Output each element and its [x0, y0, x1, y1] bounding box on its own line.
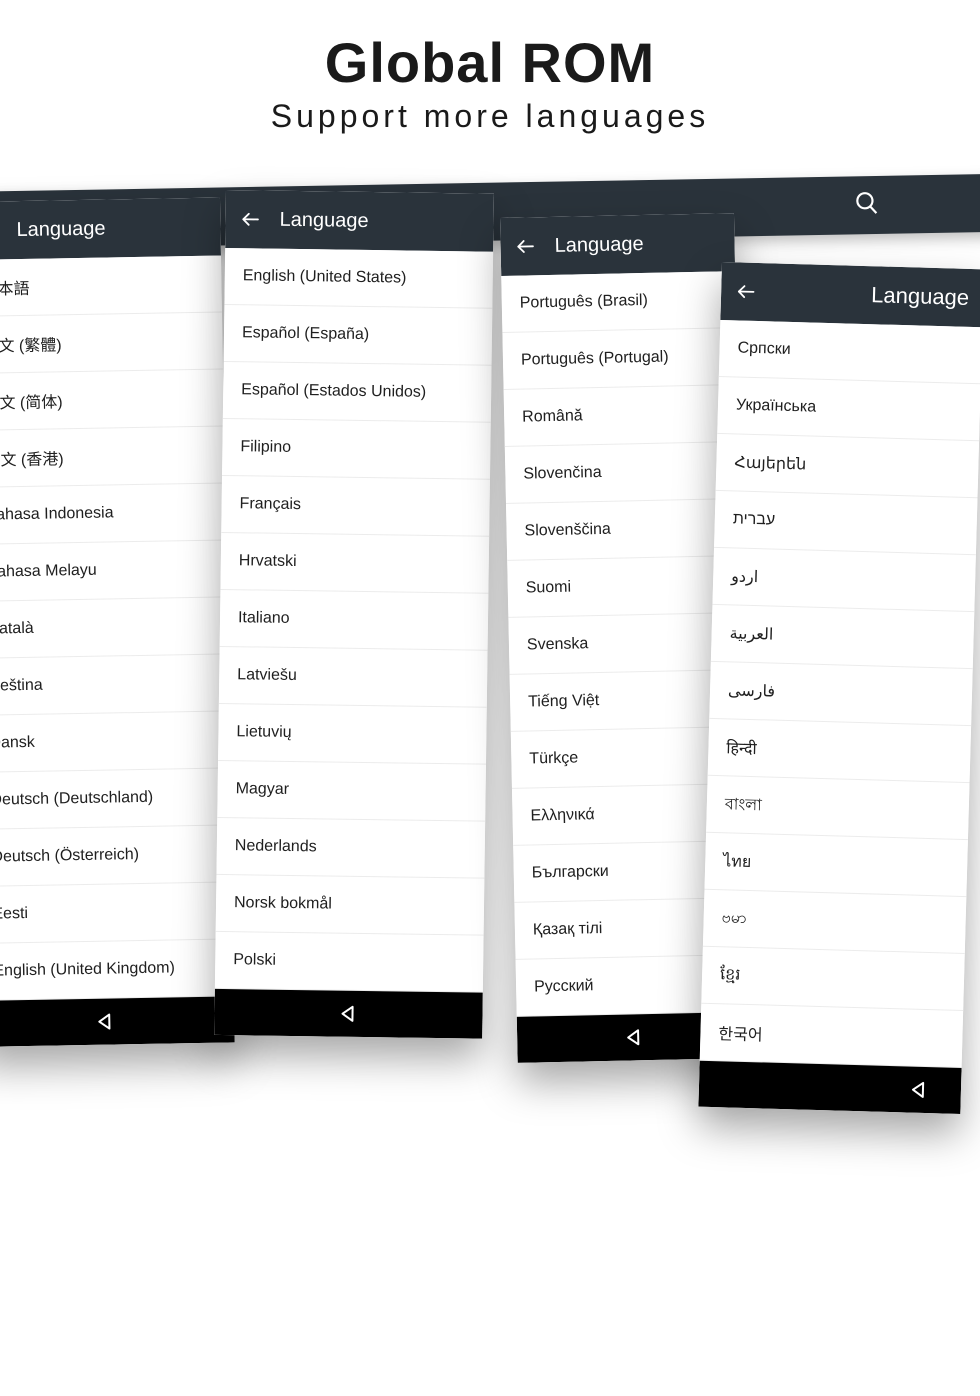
language-option[interactable]: Dansk: [0, 711, 230, 772]
language-option[interactable]: Italiano: [220, 590, 489, 651]
nav-back-icon[interactable]: [622, 1025, 646, 1049]
android-nav-bar: [0, 996, 235, 1046]
language-option[interactable]: العربية: [711, 605, 974, 669]
language-option[interactable]: Eesti: [0, 882, 233, 943]
app-bar-title: Language: [16, 217, 105, 242]
language-option[interactable]: Polski: [215, 932, 484, 993]
language-option[interactable]: Deutsch (Deutschland): [0, 768, 231, 829]
app-bar: Language: [500, 213, 735, 276]
language-option[interactable]: Српски: [719, 320, 980, 384]
language-option[interactable]: English (United States): [224, 248, 493, 309]
language-option[interactable]: 日本語: [0, 255, 222, 316]
language-option[interactable]: 中文 (繁體): [0, 312, 223, 373]
language-option[interactable]: English (United Kingdom): [0, 939, 234, 1000]
nav-back-icon[interactable]: [336, 1002, 360, 1026]
language-option[interactable]: Nederlands: [216, 818, 485, 879]
language-option[interactable]: Norsk bokmål: [216, 875, 485, 936]
language-option[interactable]: Español (España): [224, 305, 493, 366]
app-bar: Language: [0, 197, 221, 259]
language-option[interactable]: Lietuvių: [218, 704, 487, 765]
app-bar-title: Language: [871, 282, 970, 311]
android-nav-bar: [698, 1061, 961, 1114]
language-option[interactable]: Magyar: [217, 761, 486, 822]
app-bar: Language: [225, 190, 494, 252]
language-option[interactable]: Svenska: [508, 613, 743, 675]
language-screen-1: Language 日本語中文 (繁體)中文 (简体)中文 (香港)Bahasa …: [0, 197, 235, 1046]
language-option[interactable]: Português (Portugal): [502, 328, 737, 390]
back-arrow-icon[interactable]: [735, 280, 758, 303]
language-option[interactable]: 한국어: [700, 1004, 963, 1068]
language-option[interactable]: Slovenščina: [506, 499, 741, 561]
app-bar-title: Language: [554, 233, 643, 258]
language-option[interactable]: ខ្មែរ: [701, 947, 964, 1011]
language-option[interactable]: हिन्दी: [708, 719, 971, 783]
language-list: English (United States)Español (España)E…: [215, 248, 493, 993]
language-option[interactable]: עברית: [714, 491, 977, 555]
search-icon[interactable]: [854, 190, 881, 217]
language-screen-2: Language English (United States)Español …: [214, 190, 494, 1039]
language-option[interactable]: Čeština: [0, 654, 229, 715]
nav-back-icon[interactable]: [907, 1077, 932, 1102]
app-bar-title: Language: [279, 208, 368, 232]
language-option[interactable]: 中文 (香港): [0, 426, 225, 487]
language-option[interactable]: Français: [221, 476, 490, 537]
language-option[interactable]: Հայերեն: [716, 434, 979, 498]
nav-back-icon[interactable]: [93, 1009, 117, 1033]
page-title: Global ROM: [0, 30, 980, 95]
language-option[interactable]: Filipino: [222, 419, 491, 480]
language-option[interactable]: Español (Estados Unidos): [223, 362, 492, 423]
back-arrow-icon[interactable]: [239, 208, 261, 230]
language-screen-4: Language СрпскиУкраїнськаՀայերենעבריתارد…: [698, 262, 980, 1114]
language-option[interactable]: বাংলা: [706, 776, 969, 840]
language-option[interactable]: Deutsch (Österreich): [0, 825, 232, 886]
language-option[interactable]: اردو: [712, 548, 975, 612]
language-option[interactable]: Bahasa Indonesia: [0, 483, 226, 544]
language-list: 日本語中文 (繁體)中文 (简体)中文 (香港)Bahasa Indonesia…: [0, 255, 234, 1000]
language-option[interactable]: Català: [0, 597, 228, 658]
back-arrow-icon[interactable]: [514, 235, 536, 257]
language-option[interactable]: 中文 (简体): [0, 369, 224, 430]
page-subtitle: Support more languages: [0, 98, 980, 135]
language-option[interactable]: Română: [504, 385, 739, 447]
app-bar: Language: [720, 262, 980, 327]
language-option[interactable]: Suomi: [507, 556, 742, 618]
language-list: СрпскиУкраїнськаՀայերենעבריתاردوالعربيةف…: [700, 320, 980, 1068]
language-option[interactable]: ဗမာ: [703, 890, 966, 954]
language-option[interactable]: Bahasa Melayu: [0, 540, 227, 601]
language-option[interactable]: Latviešu: [219, 647, 488, 708]
language-option[interactable]: Українська: [717, 377, 980, 441]
language-option[interactable]: Slovenčina: [505, 442, 740, 504]
language-option[interactable]: Hrvatski: [220, 533, 489, 594]
language-option[interactable]: ไทย: [704, 833, 967, 897]
language-option[interactable]: Português (Brasil): [501, 271, 736, 333]
android-nav-bar: [214, 989, 483, 1039]
language-option[interactable]: فارسی: [709, 662, 972, 726]
